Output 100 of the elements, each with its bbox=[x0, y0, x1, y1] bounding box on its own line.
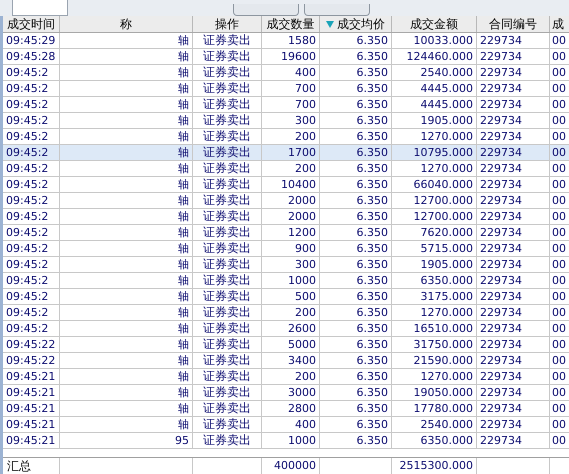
input-field[interactable] bbox=[12, 0, 68, 16]
time-cell: 09:45:22 bbox=[3, 337, 60, 352]
operation-cell: 证券卖出 bbox=[193, 433, 262, 448]
price-cell: 6.350 bbox=[320, 273, 392, 288]
table-row[interactable]: 09:45:2 轴 证券卖出 400 6.350 2540.000 229734 00 bbox=[3, 65, 569, 81]
contract-cell: 229734 bbox=[477, 193, 550, 208]
amount-cell: 7620.000 bbox=[392, 225, 477, 240]
amount-cell: 10033.000 bbox=[392, 33, 477, 48]
amount-cell: 31750.000 bbox=[392, 337, 477, 352]
time-cell: 09:45:2 bbox=[3, 225, 60, 240]
name-cell: 轴 bbox=[60, 337, 193, 352]
table-cell: 00 bbox=[550, 33, 569, 48]
quantity-cell: 1200 bbox=[262, 225, 320, 240]
time-cell: 09:45:2 bbox=[3, 273, 60, 288]
contract-cell: 229734 bbox=[477, 97, 550, 112]
price-cell: 6.350 bbox=[320, 353, 392, 368]
price-cell: 6.350 bbox=[320, 257, 392, 272]
table-row[interactable]: 09:45:2 轴 证券卖出 700 6.350 4445.000 229734 00 bbox=[3, 81, 569, 97]
table-row[interactable]: 09:45:22 轴 证券卖出 3400 6.350 21590.000 229734 00 bbox=[3, 353, 569, 369]
quantity-cell: 1000 bbox=[262, 273, 320, 288]
operation-cell: 证券卖出 bbox=[193, 225, 262, 240]
table-row[interactable]: 09:45:28 轴 证券卖出 19600 6.350 124460.000 229734 00 bbox=[3, 49, 569, 65]
table-row[interactable]: 09:45:21 轴 证券卖出 400 6.350 2540.000 229734 00 bbox=[3, 417, 569, 433]
table-row[interactable]: 09:45:21 轴 证券卖出 3000 6.350 19050.000 229734 00 bbox=[3, 385, 569, 401]
column-header[interactable]: 合同编号 bbox=[477, 16, 550, 32]
name-cell: 轴 bbox=[60, 65, 193, 80]
toolbar-button[interactable] bbox=[233, 4, 299, 16]
table-row[interactable]: 09:45:2 轴 证券卖出 1200 6.350 7620.000 229734 00 bbox=[3, 225, 569, 241]
table-row[interactable]: 09:45:2 轴 证券卖出 2000 6.350 12700.000 229734 00 bbox=[3, 209, 569, 225]
column-header[interactable]: 成交时间 bbox=[3, 16, 60, 32]
table-row[interactable]: 09:45:29 轴 证券卖出 1580 6.350 10033.000 229734 00 bbox=[3, 33, 569, 49]
table-row[interactable]: 09:45:2 轴 证券卖出 200 6.350 1270.000 229734 00 bbox=[3, 129, 569, 145]
contract-cell: 229734 bbox=[477, 241, 550, 256]
amount-cell: 12700.000 bbox=[392, 209, 477, 224]
toolbar-button[interactable] bbox=[304, 4, 370, 16]
amount-cell: 5715.000 bbox=[392, 241, 477, 256]
table-row[interactable]: 09:45:2 轴 证券卖出 1000 6.350 6350.000 229734 00 bbox=[3, 273, 569, 289]
table-row[interactable]: 09:45:2 轴 证券卖出 200 6.350 1270.000 229734 00 bbox=[3, 305, 569, 321]
amount-cell: 1270.000 bbox=[392, 305, 477, 320]
table-row[interactable]: 09:45:2 轴 证券卖出 300 6.350 1905.000 229734 00 bbox=[3, 113, 569, 129]
time-cell: 09:45:2 bbox=[3, 177, 60, 192]
operation-cell: 证券卖出 bbox=[193, 273, 262, 288]
table-cell: 00 bbox=[550, 145, 569, 160]
amount-cell: 1905.000 bbox=[392, 113, 477, 128]
table-row[interactable]: 09:45:2 轴 证券卖出 500 6.350 3175.000 229734 00 bbox=[3, 289, 569, 305]
quantity-cell: 500 bbox=[262, 289, 320, 304]
table-cell: 00 bbox=[550, 385, 569, 400]
table-row[interactable]: 09:45:2 轴 证券卖出 900 6.350 5715.000 229734 00 bbox=[3, 241, 569, 257]
quantity-cell: 2000 bbox=[262, 193, 320, 208]
amount-cell: 2540.000 bbox=[392, 417, 477, 432]
table-row[interactable]: 09:45:22 轴 证券卖出 5000 6.350 31750.000 229734 00 bbox=[3, 337, 569, 353]
table-cell: 00 bbox=[550, 97, 569, 112]
name-cell: 轴 bbox=[60, 193, 193, 208]
table-row[interactable]: 09:45:2 轴 证券卖出 10400 6.350 66040.000 229734 00 bbox=[3, 177, 569, 193]
table-row[interactable]: 09:45:2 轴 证券卖出 200 6.350 1270.000 229734 00 bbox=[3, 161, 569, 177]
price-cell: 6.350 bbox=[320, 81, 392, 96]
table-row[interactable]: 09:45:2 轴 证券卖出 700 6.350 4445.000 229734 00 bbox=[3, 97, 569, 113]
column-header[interactable]: 成 bbox=[550, 16, 569, 32]
price-cell: 6.350 bbox=[320, 417, 392, 432]
operation-cell: 证券卖出 bbox=[193, 241, 262, 256]
column-header[interactable]: 成交均价 bbox=[320, 16, 392, 32]
operation-cell: 证券卖出 bbox=[193, 385, 262, 400]
quantity-cell: 300 bbox=[262, 257, 320, 272]
time-cell: 09:45:2 bbox=[3, 289, 60, 304]
amount-cell: 1270.000 bbox=[392, 369, 477, 384]
amount-cell: 1270.000 bbox=[392, 161, 477, 176]
contract-cell: 229734 bbox=[477, 225, 550, 240]
contract-cell: 229734 bbox=[477, 369, 550, 384]
contract-cell: 229734 bbox=[477, 401, 550, 416]
amount-cell: 4445.000 bbox=[392, 97, 477, 112]
contract-cell: 229734 bbox=[477, 177, 550, 192]
table-row[interactable]: 09:45:21 95 证券卖出 1000 6.350 6350.000 229734 00 bbox=[3, 433, 569, 449]
table-cell: 00 bbox=[550, 161, 569, 176]
time-cell: 09:45:2 bbox=[3, 241, 60, 256]
name-cell: 轴 bbox=[60, 241, 193, 256]
contract-cell: 229734 bbox=[477, 353, 550, 368]
column-header[interactable]: 成交金额 bbox=[392, 16, 477, 32]
operation-cell: 证券卖出 bbox=[193, 321, 262, 336]
name-cell: 轴 bbox=[60, 161, 193, 176]
table-row[interactable]: 09:45:2 轴 证券卖出 2000 6.350 12700.000 229734 00 bbox=[3, 193, 569, 209]
column-header[interactable]: 成交数量 bbox=[262, 16, 320, 32]
time-cell: 09:45:21 bbox=[3, 417, 60, 432]
quantity-cell: 400 bbox=[262, 65, 320, 80]
column-header[interactable]: 称 bbox=[60, 16, 193, 32]
amount-cell: 124460.000 bbox=[392, 49, 477, 64]
table-row[interactable]: 09:45:2 轴 证券卖出 300 6.350 1905.000 229734 00 bbox=[3, 257, 569, 273]
table-row[interactable]: 09:45:21 轴 证券卖出 2800 6.350 17780.000 229734 00 bbox=[3, 401, 569, 417]
contract-cell: 229734 bbox=[477, 257, 550, 272]
time-cell: 09:45:22 bbox=[3, 353, 60, 368]
table-row[interactable]: 09:45:21 轴 证券卖出 200 6.350 1270.000 229734 00 bbox=[3, 369, 569, 385]
name-cell: 轴 bbox=[60, 113, 193, 128]
price-cell: 6.350 bbox=[320, 321, 392, 336]
column-header[interactable]: 操作 bbox=[193, 16, 262, 32]
table-row[interactable]: 09:45:2 轴 证券卖出 1700 6.350 10795.000 229734 00 bbox=[3, 145, 569, 161]
time-cell: 09:45:2 bbox=[3, 161, 60, 176]
amount-cell: 66040.000 bbox=[392, 177, 477, 192]
contract-cell: 229734 bbox=[477, 145, 550, 160]
table-cell: 00 bbox=[550, 209, 569, 224]
table-row[interactable]: 09:45:2 轴 证券卖出 2600 6.350 16510.000 229734 00 bbox=[3, 321, 569, 337]
operation-cell: 证券卖出 bbox=[193, 177, 262, 192]
